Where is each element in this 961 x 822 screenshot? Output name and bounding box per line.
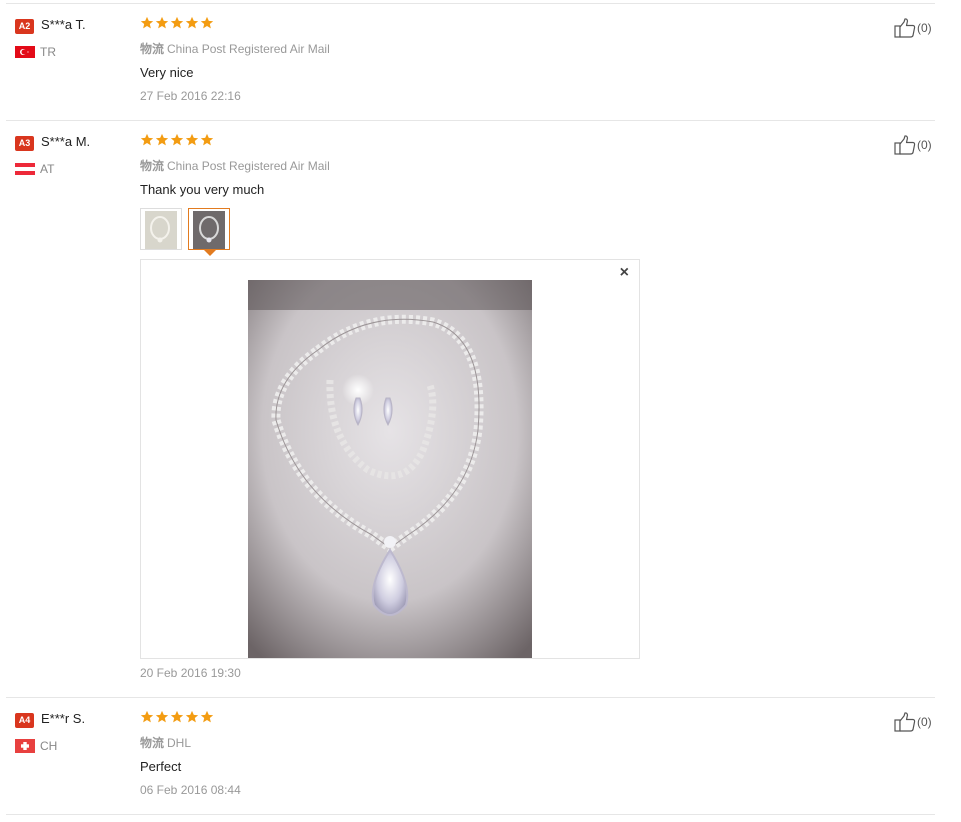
star-icon: [140, 133, 154, 146]
thumbs-up-icon: [894, 18, 916, 38]
star-icon: [155, 16, 169, 29]
buyer-level-badge: A3: [15, 136, 34, 151]
star-icon: [200, 16, 214, 29]
star-icon: [170, 133, 184, 146]
star-icon: [185, 133, 199, 146]
review-date: 27 Feb 2016 22:16: [140, 89, 241, 103]
selected-thumbnail-arrow: [204, 250, 216, 256]
helpful-count: (0): [917, 715, 932, 729]
thumbs-up-icon: [894, 712, 916, 732]
necklace-photo-thumbnail[interactable]: [140, 208, 182, 250]
close-viewer-button[interactable]: ×: [620, 265, 629, 281]
shipping-label: 物流: [140, 42, 165, 56]
shipping-method: DHL: [167, 736, 192, 750]
review-comment: Perfect: [140, 759, 182, 774]
review-item: A4 E***r S. CH 物流 DHL Perfect 06 Feb 2016…: [6, 698, 935, 815]
review-date: 20 Feb 2016 19:30: [140, 666, 241, 680]
helpful-button[interactable]: (0): [894, 135, 932, 155]
country-code: CH: [40, 739, 58, 753]
shipping-info: 物流 China Post Registered Air Mail: [140, 157, 330, 174]
star-icon: [155, 133, 169, 146]
star-icon: [170, 710, 184, 723]
shipping-label: 物流: [140, 736, 165, 750]
thumbs-up-icon: [894, 135, 916, 155]
star-rating: [140, 710, 215, 726]
reviewer-name: E***r S.: [41, 711, 86, 726]
star-rating: [140, 133, 215, 149]
turkey-flag-icon: [15, 46, 35, 58]
reviewer-name: S***a T.: [41, 17, 86, 32]
star-icon: [170, 16, 184, 29]
star-icon: [185, 710, 199, 723]
jewelry-set-thumbnail-image: [193, 211, 225, 249]
jewelry-set-photo-thumbnail[interactable]: [188, 208, 230, 250]
star-icon: [155, 710, 169, 723]
review-comment: Very nice: [140, 65, 194, 80]
austria-flag-icon: [15, 163, 35, 175]
review-comment: Thank you very much: [140, 182, 265, 197]
buyer-level-badge: A2: [15, 19, 34, 34]
star-icon: [185, 16, 199, 29]
star-icon: [200, 710, 214, 723]
helpful-button[interactable]: (0): [894, 712, 932, 732]
star-icon: [140, 16, 154, 29]
review-item: A3 S***a M. AT 物流 China Post Registered A…: [6, 121, 935, 698]
necklace-thumbnail-image: [145, 211, 177, 249]
shipping-method: China Post Registered Air Mail: [167, 159, 330, 173]
helpful-count: (0): [917, 21, 932, 35]
shipping-label: 物流: [140, 159, 165, 173]
photo-viewer: ×: [140, 259, 640, 659]
switzerland-flag-icon: [15, 739, 35, 753]
country-code: AT: [40, 162, 55, 176]
buyer-level-badge: A4: [15, 713, 34, 728]
reviewer-name: S***a M.: [41, 134, 91, 149]
review-item: A2 S***a T. TR 物流 China Post Registered A…: [6, 4, 935, 121]
shipping-info: 物流 China Post Registered Air Mail: [140, 40, 330, 57]
star-rating: [140, 16, 215, 32]
star-icon: [140, 710, 154, 723]
shipping-method: China Post Registered Air Mail: [167, 42, 330, 56]
helpful-button[interactable]: (0): [894, 18, 932, 38]
country-code: TR: [40, 45, 56, 59]
helpful-count: (0): [917, 138, 932, 152]
shipping-info: 物流 DHL: [140, 734, 191, 751]
review-date: 06 Feb 2016 08:44: [140, 783, 241, 797]
jewelry-set-photo: [248, 280, 532, 658]
star-icon: [200, 133, 214, 146]
